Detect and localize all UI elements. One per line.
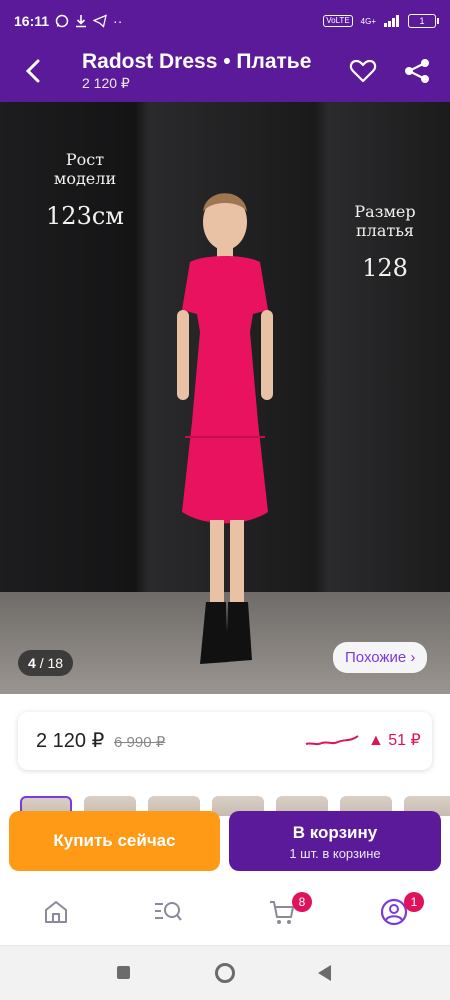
favorite-button[interactable] bbox=[348, 56, 378, 86]
back-button[interactable] bbox=[18, 56, 48, 86]
current-price: 2 120 ₽ bbox=[36, 730, 105, 752]
share-button[interactable] bbox=[402, 56, 432, 86]
nav-home[interactable] bbox=[42, 898, 72, 928]
page-title: Radost Dress • Платье bbox=[82, 50, 312, 73]
chevron-left-icon bbox=[25, 59, 40, 83]
image-counter: 4 / 18 bbox=[18, 650, 74, 676]
network-type: 4G+ bbox=[360, 16, 376, 26]
status-time: 16:11 bbox=[14, 13, 50, 29]
header-title-block: Radost Dress • Платье 2 120 ₽ bbox=[82, 50, 332, 92]
bottom-navigation: 8 1 bbox=[0, 880, 450, 946]
app-header: Radost Dress • Платье 2 120 ₽ bbox=[0, 42, 450, 102]
system-navigation-bar bbox=[0, 946, 450, 1000]
image-counter-total: / 18 bbox=[39, 655, 64, 671]
buy-now-button[interactable]: Купить сейчас bbox=[9, 811, 220, 871]
photo-value-size: 128 bbox=[362, 254, 408, 282]
profile-badge: 1 bbox=[404, 892, 424, 912]
signal-icon bbox=[384, 15, 399, 27]
similar-products-button[interactable]: Похожие › bbox=[333, 642, 428, 673]
price-change: ▲ 51 ₽ bbox=[368, 732, 421, 749]
photo-label-height: Рост модели bbox=[53, 150, 117, 188]
model-in-dress-illustration bbox=[177, 193, 273, 664]
home-icon bbox=[45, 901, 67, 923]
header-price: 2 120 ₽ bbox=[82, 75, 130, 91]
image-counter-current: 4 bbox=[28, 655, 36, 671]
price-trend-sparkline bbox=[305, 735, 359, 746]
add-to-cart-label: В корзину bbox=[292, 823, 378, 842]
status-bar: 16:11 ·· VoLTE 4G+ 1 bbox=[0, 0, 450, 42]
recent-apps-icon[interactable] bbox=[117, 966, 130, 979]
price-card[interactable]: 2 120 ₽ 6 990 ₽ ▲ 51 ₽ bbox=[18, 712, 432, 770]
whatsapp-icon bbox=[55, 14, 69, 28]
nav-cart[interactable]: 8 bbox=[268, 892, 312, 928]
catalog-search-icon bbox=[155, 902, 182, 921]
home-circle-icon[interactable] bbox=[215, 963, 235, 983]
more-notifications-icon: ·· bbox=[113, 13, 123, 29]
battery-icon: 1 bbox=[408, 14, 439, 28]
share-icon bbox=[405, 59, 429, 83]
add-to-cart-button[interactable]: В корзину 1 шт. в корзине bbox=[229, 811, 441, 871]
cart-status: 1 шт. в корзине bbox=[289, 846, 381, 861]
heart-icon bbox=[349, 59, 377, 83]
photo-value-height: 123см bbox=[46, 202, 124, 230]
download-icon bbox=[76, 15, 87, 28]
notification-icons: ·· bbox=[55, 13, 122, 29]
battery-level: 1 bbox=[419, 16, 425, 26]
telegram-icon bbox=[93, 14, 107, 28]
product-photo[interactable]: Рост модели 123см Размер платья 128 4 / … bbox=[0, 102, 450, 694]
nav-catalog[interactable] bbox=[153, 898, 183, 928]
nav-profile[interactable]: 1 bbox=[380, 892, 424, 928]
photo-label-size: Размер платья bbox=[354, 202, 416, 240]
back-triangle-icon[interactable] bbox=[318, 965, 331, 981]
cart-badge: 8 bbox=[292, 892, 312, 912]
volte-badge: VoLTE bbox=[323, 15, 353, 27]
old-price: 6 990 ₽ bbox=[114, 734, 166, 751]
